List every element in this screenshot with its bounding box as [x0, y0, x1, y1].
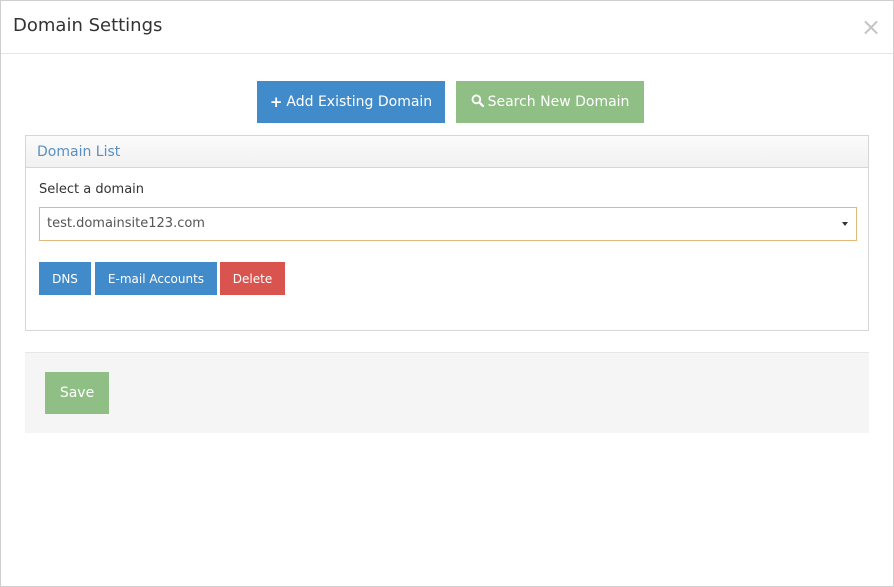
save-button[interactable]: Save — [45, 372, 109, 414]
search-icon — [471, 94, 484, 111]
modal-header: Domain Settings × — [1, 1, 893, 54]
footer-well: Save — [25, 352, 869, 433]
search-new-domain-label: Search New Domain — [487, 94, 630, 110]
plus-icon: + — [269, 93, 283, 111]
close-icon[interactable]: × — [861, 15, 881, 39]
selected-domain-value: test.domainsite123.com — [47, 216, 205, 231]
domain-list-panel: Domain List Select a domain test.domains… — [25, 135, 869, 331]
email-accounts-button[interactable]: E-mail Accounts — [95, 262, 217, 295]
modal-title: Domain Settings — [13, 15, 163, 36]
domain-settings-modal: Domain Settings × + Add Existing Domain … — [0, 0, 894, 587]
delete-button[interactable]: Delete — [220, 262, 285, 295]
add-existing-domain-label: Add Existing Domain — [286, 94, 433, 110]
add-existing-domain-button[interactable]: + Add Existing Domain — [257, 81, 445, 123]
select-domain-label: Select a domain — [39, 182, 145, 197]
search-new-domain-button[interactable]: Search New Domain — [456, 81, 644, 123]
dns-button[interactable]: DNS — [39, 262, 91, 295]
domain-select[interactable]: test.domainsite123.com — [39, 207, 857, 241]
panel-heading: Domain List — [26, 136, 868, 168]
caret-down-icon — [842, 222, 848, 226]
